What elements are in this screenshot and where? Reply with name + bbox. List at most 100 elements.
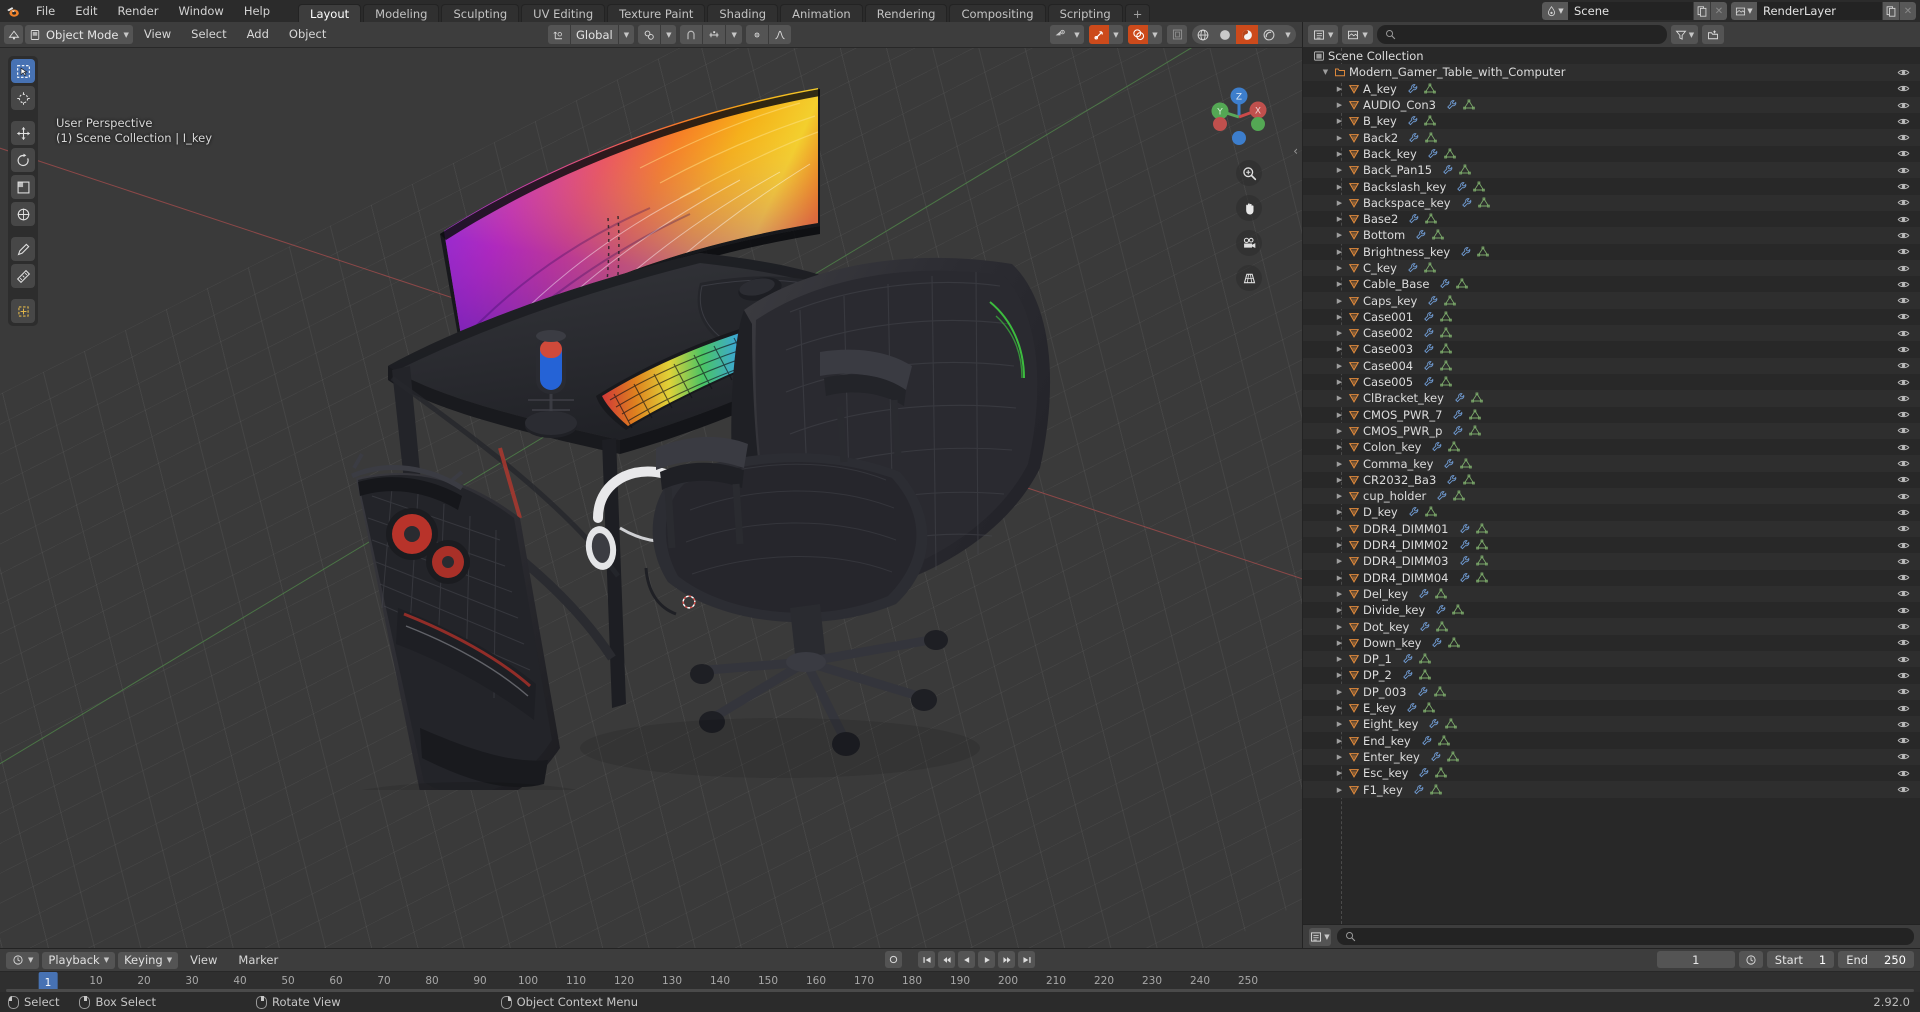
tool-rotate[interactable]: [11, 148, 35, 172]
object-expand-arrow-icon[interactable]: ▶: [1333, 639, 1346, 647]
material-preview-shading-icon[interactable]: [1236, 25, 1258, 44]
modifier-wrench-icon[interactable]: [1423, 311, 1435, 323]
timeline-menu-marker[interactable]: Marker: [229, 952, 287, 969]
modifier-wrench-icon[interactable]: [1428, 718, 1440, 730]
tool-cursor[interactable]: [11, 86, 35, 110]
object-visibility-eye-icon[interactable]: [1897, 439, 1910, 455]
object-visibility-eye-icon[interactable]: [1897, 227, 1910, 243]
mesh-data-icon[interactable]: [1435, 767, 1448, 779]
object-expand-arrow-icon[interactable]: ▶: [1333, 117, 1346, 125]
object-expand-arrow-icon[interactable]: ▶: [1333, 280, 1346, 288]
object-expand-arrow-icon[interactable]: ▶: [1333, 329, 1346, 337]
object-expand-arrow-icon[interactable]: ▶: [1333, 85, 1346, 93]
modifier-wrench-icon[interactable]: [1406, 702, 1418, 714]
navigation-gizmo[interactable]: X Y Z: [1202, 80, 1276, 154]
object-visibility-eye-icon[interactable]: [1897, 341, 1910, 357]
tab-compositing[interactable]: Compositing: [949, 4, 1046, 22]
outliner-row-object[interactable]: ▶ F1_key: [1303, 781, 1920, 798]
object-visibility-eye-icon[interactable]: [1897, 276, 1910, 292]
modifier-wrench-icon[interactable]: [1407, 262, 1419, 274]
object-expand-arrow-icon[interactable]: ▶: [1333, 476, 1346, 484]
tool-annotate[interactable]: [11, 237, 35, 261]
new-view-layer-button[interactable]: [1882, 2, 1899, 20]
toggle-perspective-icon[interactable]: [1236, 265, 1262, 291]
delete-view-layer-button[interactable]: ✕: [1899, 2, 1916, 20]
object-expand-arrow-icon[interactable]: ▶: [1333, 134, 1346, 142]
tool-tweak-select-box[interactable]: [11, 59, 35, 83]
modifier-wrench-icon[interactable]: [1454, 392, 1466, 404]
mesh-data-icon[interactable]: [1423, 83, 1436, 95]
frame-start-field[interactable]: Start 1: [1766, 951, 1835, 968]
outliner-new-collection-button[interactable]: [1702, 25, 1725, 44]
object-expand-arrow-icon[interactable]: ▶: [1333, 769, 1346, 777]
toggle-xray-icon[interactable]: [1167, 25, 1187, 44]
modifier-wrench-icon[interactable]: [1407, 115, 1419, 127]
outliner-row-object[interactable]: ▶ Del_key: [1303, 585, 1920, 603]
outliner-row-object[interactable]: ▶ DDR4_DIMM03: [1303, 553, 1920, 570]
play-button[interactable]: [978, 951, 995, 968]
mesh-data-icon[interactable]: [1424, 506, 1437, 518]
mesh-data-icon[interactable]: [1423, 702, 1435, 714]
modifier-wrench-icon[interactable]: [1423, 343, 1435, 355]
outliner-row-object[interactable]: ▶ Comma_key: [1303, 455, 1920, 472]
collection-visibility-eye-icon[interactable]: [1897, 64, 1910, 80]
object-visibility-eye-icon[interactable]: [1897, 602, 1910, 618]
object-visibility-eye-icon[interactable]: [1897, 260, 1910, 276]
modifier-wrench-icon[interactable]: [1423, 327, 1435, 339]
object-visibility-eye-icon[interactable]: [1897, 504, 1910, 520]
modifier-wrench-icon[interactable]: [1423, 360, 1435, 372]
mesh-data-icon[interactable]: [1425, 132, 1438, 144]
outliner-row-object[interactable]: ▶ Case001: [1303, 309, 1920, 325]
modifier-wrench-icon[interactable]: [1446, 474, 1458, 486]
outliner-row-object[interactable]: ▶ Dot_key: [1303, 618, 1920, 635]
show-overlays-eye-icon[interactable]: [1050, 25, 1070, 44]
object-visibility-eye-icon[interactable]: [1897, 635, 1910, 651]
outliner-row-object[interactable]: ▶ Enter_key: [1303, 748, 1920, 766]
jump-to-end-button[interactable]: [1018, 951, 1035, 968]
mesh-data-icon[interactable]: [1440, 376, 1452, 388]
modifier-wrench-icon[interactable]: [1423, 376, 1435, 388]
tab-scripting[interactable]: Scripting: [1047, 4, 1123, 22]
object-visibility-eye-icon[interactable]: [1897, 732, 1910, 748]
object-visibility-eye-icon[interactable]: [1897, 700, 1910, 716]
tool-add-cube[interactable]: [11, 299, 35, 323]
object-expand-arrow-icon[interactable]: ▶: [1333, 427, 1346, 435]
outliner-row-object[interactable]: ▶ C_key: [1303, 259, 1920, 277]
object-visibility-eye-icon[interactable]: [1897, 178, 1910, 194]
object-visibility-eye-icon[interactable]: [1897, 146, 1910, 162]
snap-chevron-down-icon[interactable]: ▼: [725, 25, 741, 44]
object-visibility-eye-icon[interactable]: [1897, 211, 1910, 227]
object-expand-arrow-icon[interactable]: ▶: [1333, 166, 1346, 174]
timeline-editor-type-button[interactable]: ▼: [6, 951, 40, 969]
mesh-data-icon[interactable]: [1430, 784, 1442, 796]
mesh-data-icon[interactable]: [1452, 604, 1465, 616]
auto-keyframe-record-icon[interactable]: [885, 951, 902, 968]
outliner-row-object[interactable]: ▶ B_key: [1303, 113, 1920, 129]
tab-animation[interactable]: Animation: [780, 4, 863, 22]
object-expand-arrow-icon[interactable]: ▶: [1333, 101, 1346, 109]
object-visibility-eye-icon[interactable]: [1897, 553, 1910, 569]
outliner-display-mode-dropdown[interactable]: ▼: [1342, 25, 1373, 44]
outliner-row-object[interactable]: ▶ A_key: [1303, 81, 1920, 97]
outliner-row-object[interactable]: ▶ Back_key: [1303, 146, 1920, 162]
modifier-wrench-icon[interactable]: [1418, 767, 1430, 779]
view-layer-selector[interactable]: ▼ RenderLayer ✕: [1731, 2, 1916, 20]
modifier-wrench-icon[interactable]: [1452, 425, 1464, 437]
object-expand-arrow-icon[interactable]: ▶: [1333, 671, 1346, 679]
object-visibility-eye-icon[interactable]: [1897, 390, 1910, 406]
outliner-row-object[interactable]: ▶ AUDIO_Con3: [1303, 96, 1920, 114]
outliner-row-object[interactable]: ▶ Down_key: [1303, 635, 1920, 651]
object-visibility-eye-icon[interactable]: [1897, 81, 1910, 97]
xray-toggle[interactable]: [1167, 25, 1187, 44]
object-visibility-eye-icon[interactable]: [1897, 618, 1910, 634]
mesh-data-icon[interactable]: [1471, 392, 1483, 404]
object-visibility-eye-icon[interactable]: [1897, 325, 1910, 341]
tool-scale[interactable]: [11, 175, 35, 199]
modifier-wrench-icon[interactable]: [1459, 539, 1471, 551]
mesh-data-icon[interactable]: [1440, 327, 1452, 339]
outliner-row-object[interactable]: ▶ DP_1: [1303, 650, 1920, 668]
mesh-data-icon[interactable]: [1448, 637, 1461, 649]
modifier-wrench-icon[interactable]: [1460, 246, 1472, 258]
object-expand-arrow-icon[interactable]: ▶: [1333, 753, 1346, 761]
modifier-wrench-icon[interactable]: [1431, 441, 1443, 453]
